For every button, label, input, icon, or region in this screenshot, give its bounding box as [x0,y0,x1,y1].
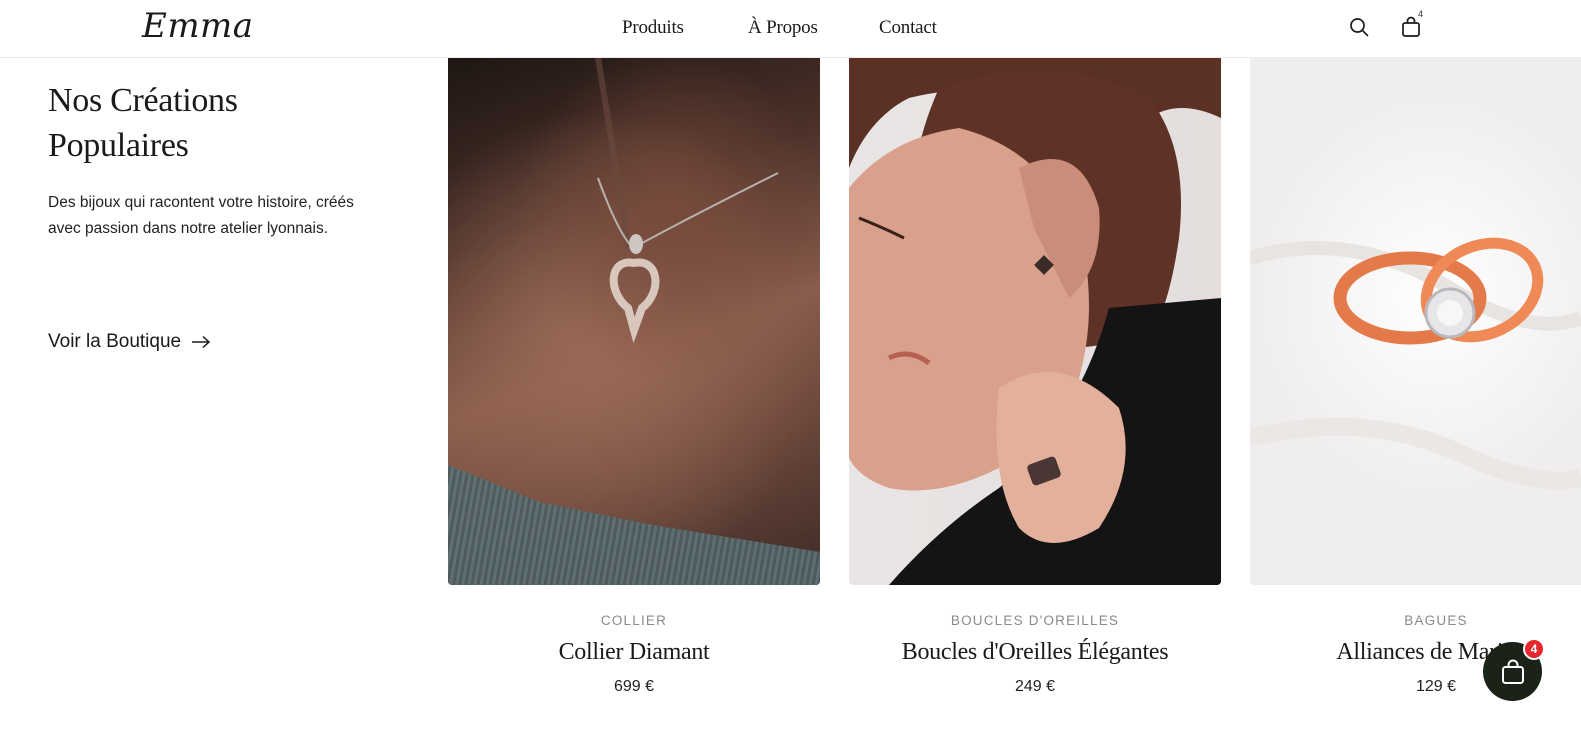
nav-produits[interactable]: Produits [622,17,684,39]
product-name[interactable]: Collier Diamant [448,639,820,666]
intro-section: Nos Créations Populaires Des bijoux qui … [48,78,388,242]
bag-count-badge: 4 [1418,9,1424,19]
product-image-earrings[interactable] [849,58,1221,585]
site-header: Emma Produits À Propos Contact 4 [0,0,1581,58]
product-category: COLLIER [600,613,668,628]
shop-link[interactable]: Voir la Boutique [48,331,211,353]
product-price: 249 € [1014,678,1056,695]
arrow-right-icon [192,335,211,349]
section-title-line1: Nos Créations [48,82,238,119]
shopping-bag-icon [1501,659,1524,684]
product-image-rings[interactable] [1250,58,1581,585]
nav-contact[interactable]: Contact [879,17,937,39]
section-title: Nos Créations Populaires [48,78,388,168]
product-image-necklace[interactable] [448,58,820,585]
floating-cart-count-badge: 4 [1523,638,1545,660]
product-name[interactable]: Boucles d'Oreilles Élégantes [849,639,1221,666]
search-icon[interactable] [1347,15,1371,39]
product-card[interactable]: BOUCLES D'OREILLES Boucles d'Oreilles Él… [849,58,1221,695]
product-card[interactable]: BAGUES Alliances de Mariage 129 € [1250,58,1581,695]
product-card[interactable]: COLLIER Collier Diamant 699 € [448,58,820,695]
section-title-line2: Populaires [48,127,189,164]
product-category: BOUCLES D'OREILLES [950,613,1120,628]
product-price: 699 € [613,678,655,695]
nav-a-propos[interactable]: À Propos [748,17,818,39]
product-category: BAGUES [1404,613,1468,628]
logo[interactable]: Emma [142,6,254,46]
shop-link-label: Voir la Boutique [48,331,182,352]
section-description: Des bijoux qui racontent votre histoire,… [48,194,354,237]
